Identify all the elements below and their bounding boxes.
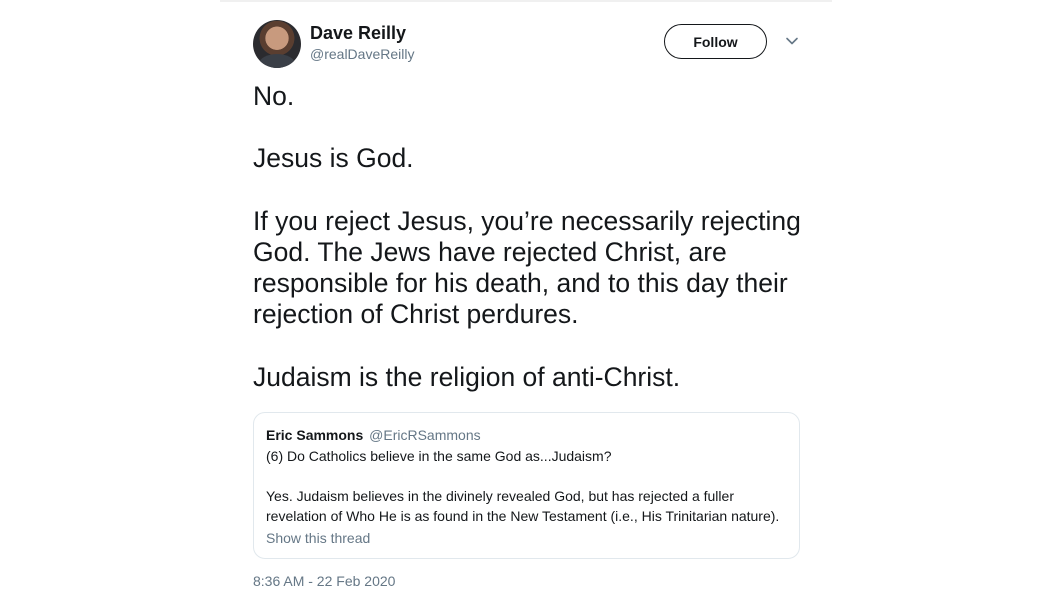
tweet-text: No. Jesus is God. If you reject Jesus, y… [253,81,801,393]
tweet-paragraph: No. [253,81,295,111]
tweet-card: Dave Reilly @realDaveReilly Follow No. J… [253,18,801,589]
avatar-shirt [259,54,295,68]
quoted-tweet-card[interactable]: Eric Sammons @EricRSammons (6) Do Cathol… [253,412,800,559]
author-display-name[interactable]: Dave Reilly [310,22,414,44]
quoted-author-handle: @EricRSammons [369,427,481,443]
show-thread-link[interactable]: Show this thread [266,529,787,547]
quoted-author-name: Eric Sammons [266,427,364,443]
author-handle[interactable]: @realDaveReilly [310,44,414,64]
tweet-header: Dave Reilly @realDaveReilly Follow [253,18,801,70]
tweet-timestamp[interactable]: 8:36 AM - 22 Feb 2020 [253,572,395,590]
tweet-paragraph: Jesus is God. [253,143,414,174]
quoted-tweet-body: (6) Do Catholics believe in the same God… [266,446,787,526]
quoted-tweet-header: Eric Sammons @EricRSammons [266,426,787,444]
author-names: Dave Reilly @realDaveReilly [310,22,414,64]
tweet-paragraph: If you reject Jesus, you’re necessarily … [253,205,801,330]
avatar[interactable] [253,20,301,68]
chevron-down-icon[interactable] [785,34,799,48]
top-divider [220,0,832,2]
tweet-paragraph: Judaism is the religion of anti-Christ. [253,361,681,392]
quoted-paragraph: (6) Do Catholics believe in the same God… [266,448,612,464]
quoted-paragraph: Yes. Judaism believes in the divinely re… [266,488,780,524]
follow-button[interactable]: Follow [664,24,767,59]
